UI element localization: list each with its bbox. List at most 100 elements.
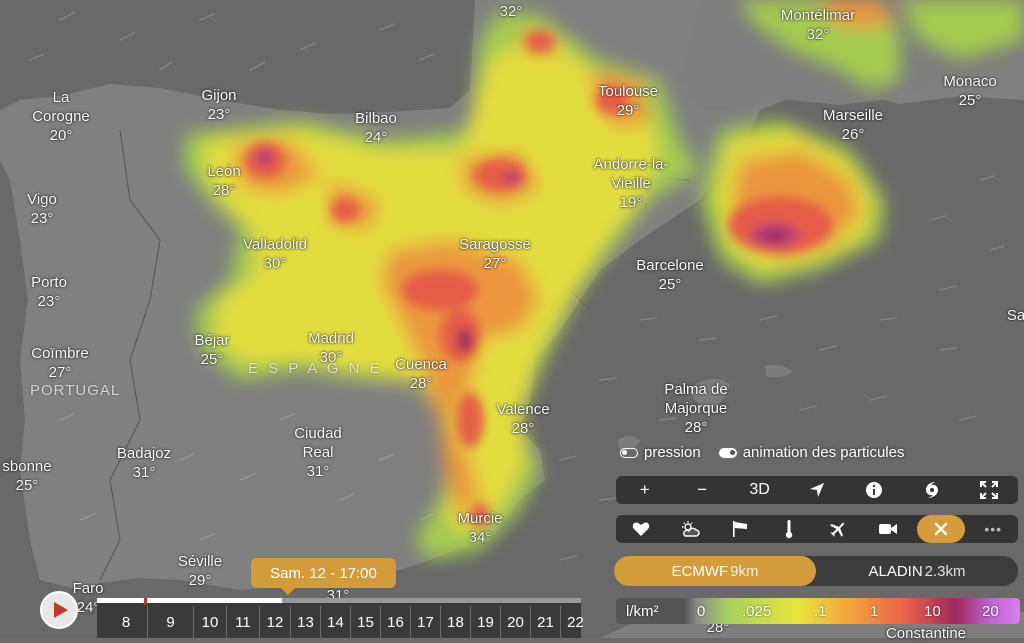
play-button[interactable] (40, 591, 78, 629)
timeline-tooltip: Sam. 12 - 17:00 (251, 558, 396, 595)
model-ecmwf-label: ECMWF (671, 562, 729, 580)
more-button[interactable]: ••• (969, 515, 1018, 543)
map-toolbar: + − 3D (616, 476, 1018, 504)
hour-label[interactable]: 16 (380, 606, 410, 638)
city-label-constantine: Constantine (885, 625, 967, 642)
heart-icon (632, 522, 649, 536)
legend-stop: .025 (742, 602, 772, 620)
info-button[interactable] (846, 476, 903, 504)
legend-stop: 10 (924, 602, 941, 620)
country-label-spain: E S P A G N E (248, 360, 383, 377)
airplane-icon (830, 522, 845, 537)
city-label-murcie: Murcie 34° (457, 510, 503, 546)
hurricane-icon (925, 482, 938, 498)
video-camera-icon (878, 524, 897, 534)
city-label-monaco: Monaco 25° (943, 73, 997, 109)
model-aladin-label: ALADIN (868, 562, 923, 580)
webcams-button[interactable] (863, 515, 912, 543)
sun-cloud-icon (682, 521, 700, 537)
hour-label[interactable]: 21 (530, 606, 560, 638)
legend-stop: 1 (870, 602, 879, 620)
particles-toggle-label: animation des particules (742, 444, 905, 461)
legend-stop: 20 (982, 602, 999, 620)
city-label-gijon: Gijon 23° (201, 87, 237, 123)
3d-button[interactable]: 3D (731, 476, 788, 504)
model-selector: ECMWF 9km ALADIN 2.3km (614, 556, 1018, 586)
hour-label[interactable]: 8 (105, 606, 147, 638)
timeline-progress (97, 598, 282, 603)
close-layers-button[interactable] (916, 515, 965, 543)
hour-label[interactable]: 22 (560, 606, 590, 638)
hour-label[interactable]: 9 (147, 606, 193, 638)
precipitation-legend: l/km² 0 .025 .1 1 10 20 (616, 598, 1020, 624)
model-aladin-resolution: 2.3km (924, 562, 966, 580)
play-icon (53, 602, 68, 618)
model-ecmwf-button[interactable]: ECMWF 9km (614, 556, 816, 586)
hour-label[interactable]: 11 (226, 606, 259, 638)
location-arrow-icon (809, 483, 824, 497)
hour-label[interactable]: 20 (500, 606, 530, 638)
model-ecmwf-resolution: 9km (730, 562, 759, 580)
pressure-toggle[interactable]: pression (620, 444, 701, 461)
city-label-toulouse: Toulouse 29° (597, 83, 659, 119)
info-icon (866, 482, 883, 498)
wind-flag-icon (732, 521, 747, 537)
hour-label[interactable]: 19 (470, 606, 500, 638)
city-label-seville: Séville 29° (177, 553, 223, 589)
city-label-coimbre: Coïmbre 27° (31, 345, 89, 381)
hour-label[interactable]: 14 (320, 606, 350, 638)
city-label-bejar: Béjar 25° (194, 332, 230, 368)
city-label-montelimar: Montélimar 32° (780, 7, 856, 43)
thermometer-icon (785, 520, 793, 539)
city-label-bilbao: Bilbao 24° (355, 110, 397, 146)
temperature-layer-button[interactable] (764, 515, 813, 543)
hour-label[interactable]: 17 (410, 606, 440, 638)
zoom-out-button[interactable]: − (673, 476, 730, 504)
legend-unit: l/km² (626, 602, 659, 620)
hour-label[interactable]: 13 (290, 606, 320, 638)
city-label-barcelone: Barcelone 25° (636, 257, 704, 293)
wind-layer-button[interactable] (715, 515, 764, 543)
city-label-lisbonne: sbonne 25° (2, 458, 52, 494)
city-label-valladolid: Valladolid 30° (243, 236, 307, 272)
fullscreen-button[interactable] (961, 476, 1018, 504)
airports-button[interactable] (814, 515, 863, 543)
city-label-vigo: Vigo 23° (27, 191, 57, 227)
toggle-switch-icon (718, 447, 737, 458)
city-label-cuenca: Cuenca 28° (395, 356, 447, 392)
legend-stop: 0 (697, 602, 706, 620)
city-label-andorre: Andorre-la- Vieille 19° (593, 156, 669, 211)
city-label-la-corogne: La Corogne 20° (32, 89, 90, 144)
particles-toggle[interactable]: animation des particules (718, 444, 905, 461)
city-label-saragosse: Saragosse 27° (459, 236, 531, 272)
city-label-sa: Sa (1006, 307, 1024, 324)
city-label-ciudad-real: Ciudad Real 31° (294, 425, 342, 480)
hour-label[interactable]: 10 (193, 606, 226, 638)
layer-toggles: pression animation des particules (620, 444, 904, 461)
pressure-toggle-label: pression (644, 444, 701, 461)
hour-label[interactable]: 18 (440, 606, 470, 638)
model-aladin-button[interactable]: ALADIN 2.3km (816, 556, 1018, 586)
city-label-badajoz: Badajoz 31° (116, 445, 172, 481)
favorites-button[interactable] (616, 515, 665, 543)
weather-layer-button[interactable] (665, 515, 714, 543)
city-label-perpignan: 32° (499, 3, 523, 20)
country-label-portugal: PORTUGAL (30, 382, 121, 399)
hour-label[interactable]: 15 (350, 606, 380, 638)
close-icon (934, 522, 947, 536)
city-label-palma: Palma de Majorque 28° (664, 381, 728, 436)
city-label-marseille: Marseille 26° (822, 107, 884, 143)
timeline-hours: 8 9 10 11 12 13 14 15 16 17 18 19 20 21 … (105, 606, 590, 638)
locate-button[interactable] (788, 476, 845, 504)
hour-label[interactable]: 12 (259, 606, 290, 638)
timeline[interactable]: 8 9 10 11 12 13 14 15 16 17 18 19 20 21 … (97, 598, 584, 638)
legend-stop: .1 (814, 602, 827, 620)
hurricane-button[interactable] (903, 476, 960, 504)
zoom-in-button[interactable]: + (616, 476, 673, 504)
toggle-switch-icon (620, 447, 638, 458)
city-label-porto: Porto 23° (31, 274, 67, 310)
layer-toolbar: ••• (616, 515, 1018, 543)
current-time-marker (144, 598, 147, 605)
fullscreen-icon (980, 481, 999, 499)
city-label-leon: León 28° (207, 163, 241, 199)
